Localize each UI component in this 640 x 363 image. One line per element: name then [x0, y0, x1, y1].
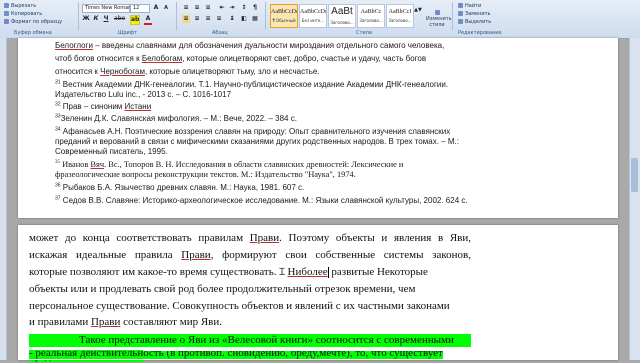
footnote-37: 37 Седов В.В. Славяне: Историко-археолог…	[55, 195, 468, 205]
align-right-icon[interactable]: ≡	[204, 15, 212, 23]
footnote-line: относится к Чернобогам, которые олицетво…	[55, 67, 320, 76]
binoculars-icon	[458, 3, 463, 8]
select-icon	[458, 19, 463, 24]
footnote-31: 31 Вестник Академии ДНК-генеалогии. Т.1.…	[55, 79, 449, 89]
paintbrush-icon	[4, 19, 9, 24]
italic-button[interactable]: К	[92, 15, 100, 23]
font-size-box[interactable]: 12	[130, 4, 150, 13]
multilevel-list-icon[interactable]: ≡	[204, 4, 212, 12]
footnote-line: Белоглоги – введены славянами для обозна…	[55, 41, 445, 50]
document-page[interactable]: может до конца соответствовать правилам …	[18, 225, 618, 362]
body-text-line: которые позволяют им какое-то время суще…	[29, 266, 428, 278]
shading-icon[interactable]: ◧	[240, 15, 248, 23]
body-text-line: объекты или и продлевать свой род более …	[29, 283, 416, 295]
style-heading-3[interactable]: AaBbCcI Заголово...	[386, 4, 414, 28]
footnote-34-cont: преданий и верований в связи с мифически…	[55, 137, 459, 146]
group-divider	[265, 2, 266, 30]
font-color-button[interactable]: A	[144, 15, 152, 25]
ribbon: Вырезать Копировать Формат по образцу Бу…	[0, 0, 640, 39]
editing-group-label: Редактирование	[458, 30, 502, 36]
change-styles-button[interactable]: Изменить стили	[426, 10, 452, 28]
footnote-35-cont: фразеологические вопросы реконструкции т…	[55, 170, 356, 179]
paragraph-group-label: Абзац	[212, 30, 228, 36]
cut-button[interactable]: Вырезать	[4, 3, 36, 9]
body-text-line: и правилами Прави составляют мир Яви.	[29, 316, 222, 328]
body-text-line: персональное существование. Совокупность…	[29, 300, 450, 312]
style-normal[interactable]: AaBbCcDc ¶ Обычный	[270, 4, 298, 28]
page-bottom-strip: - реальная действительность (в противоп.…	[18, 351, 618, 360]
footnote-31-cont: Издательство Lulu inc., - 2013 с. – С. 1…	[55, 90, 232, 99]
decrease-indent-icon[interactable]: ⇤	[218, 4, 226, 12]
line-spacing-icon[interactable]: ↨	[228, 15, 236, 23]
style-heading-1[interactable]: AaBt Заголово...	[328, 4, 356, 28]
footnote-36: 36 Рыбаков Б.А. Язычество древних славян…	[55, 182, 305, 192]
style-no-spacing[interactable]: AaBbCcDc Без инте...	[299, 4, 327, 28]
highlighted-text-line: - реальная действительность (в противоп.…	[29, 351, 471, 360]
replace-button[interactable]: Заменить	[458, 11, 491, 17]
bold-button[interactable]: Ж	[82, 15, 90, 23]
highlight-color-button[interactable]: ab	[130, 15, 140, 25]
body-text-line: может до конца соответствовать правилам …	[29, 232, 471, 244]
align-left-icon[interactable]: ≡	[182, 15, 190, 23]
increase-indent-icon[interactable]: ⇥	[228, 4, 236, 12]
font-group-label: Шрифт	[118, 30, 137, 36]
justify-icon[interactable]: ≡	[215, 15, 223, 23]
borders-icon[interactable]: ▦	[251, 15, 259, 23]
font-name-box[interactable]: Times New Roman	[82, 4, 131, 13]
text-cursor-icon: Ɪ	[279, 267, 285, 278]
styles-group-label: Стили	[356, 30, 373, 36]
pilcrow-icon[interactable]: ¶	[251, 4, 259, 12]
group-divider	[176, 2, 177, 30]
vertical-scrollbar[interactable]	[629, 38, 640, 360]
numbering-icon[interactable]: ≡	[193, 4, 201, 12]
clipboard-group-label: Буфер обмена	[14, 30, 52, 36]
group-divider	[452, 2, 453, 30]
replace-icon	[458, 11, 463, 16]
select-button[interactable]: Выделить	[458, 19, 491, 25]
copy-button[interactable]: Копировать	[4, 11, 42, 17]
footnote-33: 33Зеленин Д.К. Славянская мифология. – М…	[55, 113, 297, 123]
style-heading-2[interactable]: AaBbCc Заголово...	[357, 4, 385, 28]
shrink-font-icon[interactable]: A	[162, 4, 170, 12]
footnote-34: 34 Афанасьев А.Н. Поэтические воззрения …	[55, 126, 451, 136]
grow-font-icon[interactable]: A	[152, 4, 160, 12]
format-painter-button[interactable]: Формат по образцу	[4, 19, 62, 25]
footnote-line: чтоб богов относится к Белобогам, которы…	[55, 54, 427, 63]
strikethrough-button[interactable]: abe	[114, 15, 125, 23]
scrollbar-thumb[interactable]	[631, 158, 638, 192]
vertical-ruler	[0, 38, 7, 360]
underline-button[interactable]: Ч	[102, 15, 110, 23]
footnote-32: 32 Прав – синоним Истани	[55, 101, 152, 111]
scissors-icon	[4, 3, 9, 8]
find-button[interactable]: Найти	[458, 3, 481, 9]
styles-scroll-icon[interactable]: ▲▼	[414, 6, 422, 14]
group-divider	[78, 2, 79, 30]
document-page[interactable]: Белоглоги – введены славянами для обозна…	[18, 38, 618, 218]
change-styles-icon	[434, 10, 440, 15]
footnote-35: 35 Иванов Вяч. Вс., Топоров В. Н. Исслед…	[55, 160, 404, 169]
footnote-34-cont: Современный писатель, 1995.	[55, 147, 168, 156]
sort-icon[interactable]: ↕	[240, 4, 248, 12]
highlighted-text-line: Такое представление о Яви из «Велесовой …	[29, 334, 471, 347]
bullets-icon[interactable]: ≡	[182, 4, 190, 12]
copy-icon	[4, 11, 9, 16]
body-text-line: искажая идеальные правила Прави, формиру…	[29, 249, 471, 261]
align-center-icon[interactable]: ≡	[193, 15, 201, 23]
